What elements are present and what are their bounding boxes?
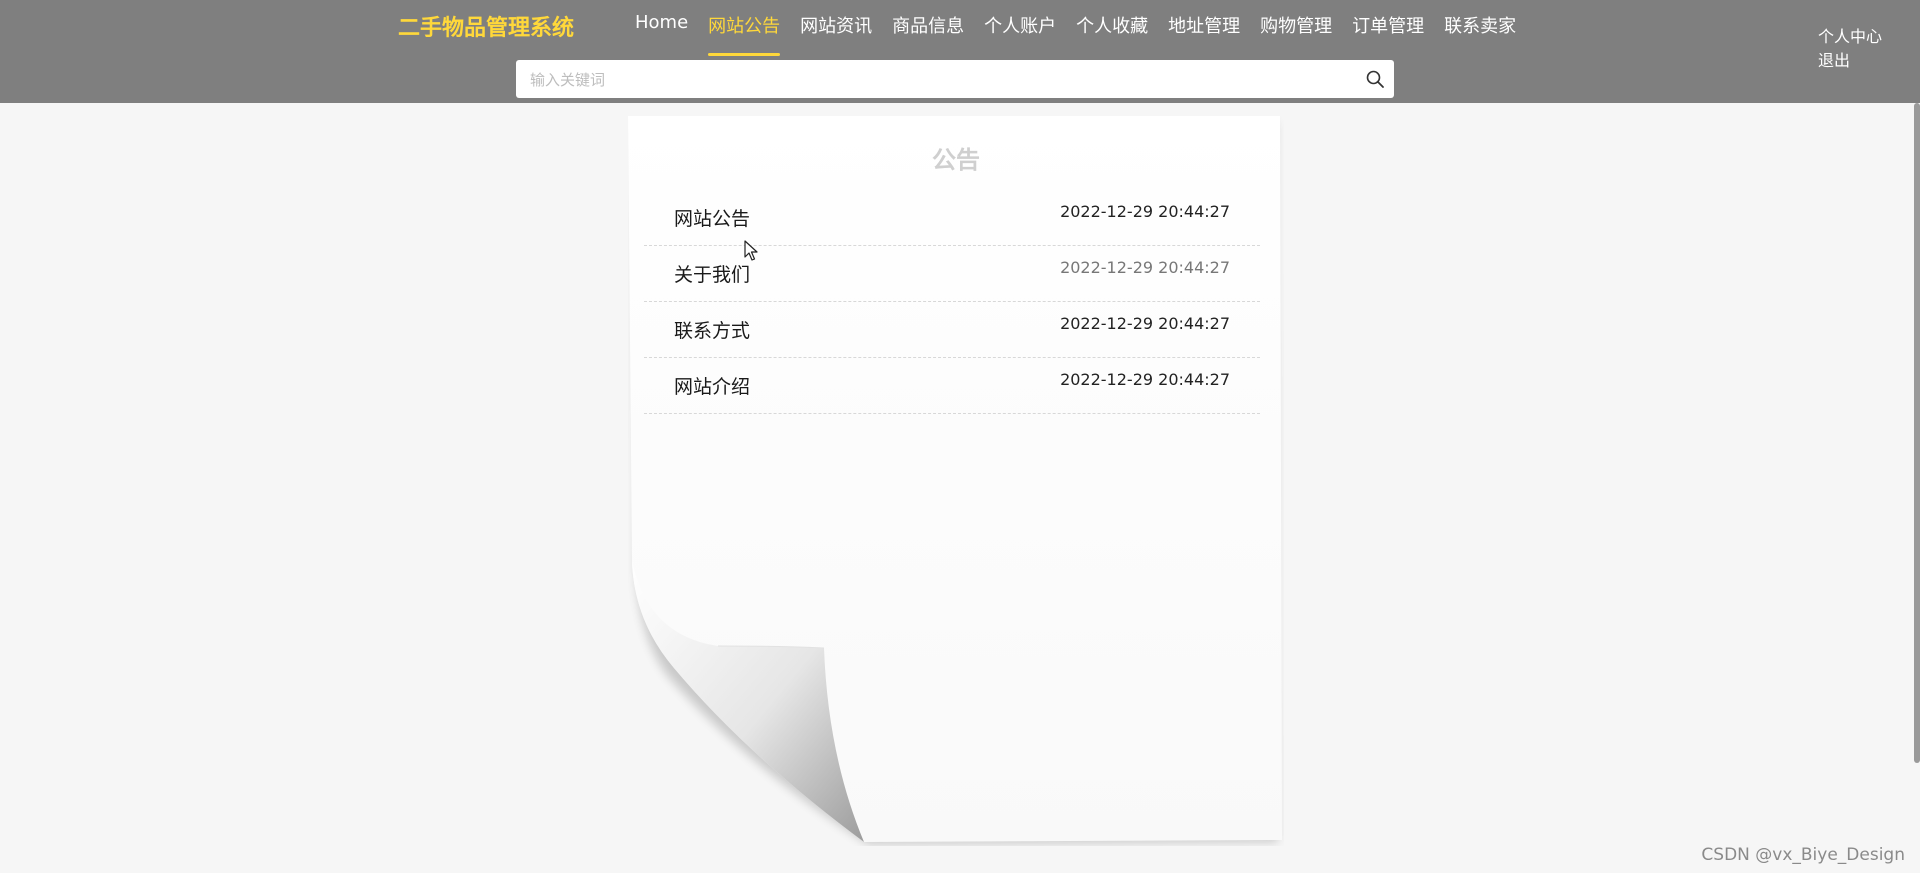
notice-list: 网站公告 2022-12-29 20:44:27 关于我们 2022-12-29… <box>644 190 1260 414</box>
nav-item-address[interactable]: 地址管理 <box>1168 0 1240 56</box>
watermark-text: CSDN @vx_Biye_Design <box>1701 845 1905 865</box>
logout-link[interactable]: 退出 <box>1818 49 1882 73</box>
nav-item-contact-seller[interactable]: 联系卖家 <box>1444 0 1516 56</box>
nav-item-shopping[interactable]: 购物管理 <box>1260 0 1332 56</box>
notice-title[interactable]: 联系方式 <box>674 316 750 343</box>
notice-row[interactable]: 联系方式 2022-12-29 20:44:27 <box>644 302 1260 358</box>
nav-item-orders[interactable]: 订单管理 <box>1352 0 1424 56</box>
notice-title[interactable]: 关于我们 <box>674 260 750 287</box>
notice-row[interactable]: 网站介绍 2022-12-29 20:44:27 <box>644 358 1260 414</box>
user-links: 个人中心 退出 <box>1818 25 1882 73</box>
notice-row[interactable]: 关于我们 2022-12-29 20:44:27 <box>644 246 1260 302</box>
search-bar <box>516 60 1394 100</box>
notice-date: 2022-12-29 20:44:27 <box>1060 314 1230 333</box>
nav-item-products[interactable]: 商品信息 <box>892 0 964 56</box>
nav-item-favorites[interactable]: 个人收藏 <box>1076 0 1148 56</box>
notice-heading: 公告 <box>932 146 980 174</box>
top-header: 二手物品管理系统 Home 网站公告 网站资讯 商品信息 个人账户 个人收藏 地… <box>0 0 1920 103</box>
nav-item-notices[interactable]: 网站公告 <box>708 0 781 56</box>
user-center-link[interactable]: 个人中心 <box>1818 25 1882 49</box>
search-input[interactable] <box>528 60 1352 100</box>
notice-date: 2022-12-29 20:44:27 <box>1060 258 1230 277</box>
nav-item-account[interactable]: 个人账户 <box>984 0 1056 56</box>
notice-title[interactable]: 网站公告 <box>674 204 750 231</box>
mouse-cursor-icon <box>744 240 758 261</box>
nav-item-home[interactable]: Home <box>635 0 688 56</box>
main-nav: Home 网站公告 网站资讯 商品信息 个人账户 个人收藏 地址管理 购物管理 … <box>625 0 1526 56</box>
notice-date: 2022-12-29 20:44:27 <box>1060 370 1230 389</box>
notice-row[interactable]: 网站公告 2022-12-29 20:44:27 <box>644 190 1260 246</box>
notice-date: 2022-12-29 20:44:27 <box>1060 202 1230 221</box>
page-scrollbar[interactable] <box>1914 103 1920 763</box>
notice-title[interactable]: 网站介绍 <box>674 372 750 399</box>
site-brand-title[interactable]: 二手物品管理系统 <box>398 10 574 42</box>
search-icon[interactable] <box>1364 68 1386 90</box>
notice-paper-card: 公告 网站公告 2022-12-29 20:44:27 关于我们 2022-12… <box>628 116 1284 846</box>
nav-item-news[interactable]: 网站资讯 <box>800 0 872 56</box>
